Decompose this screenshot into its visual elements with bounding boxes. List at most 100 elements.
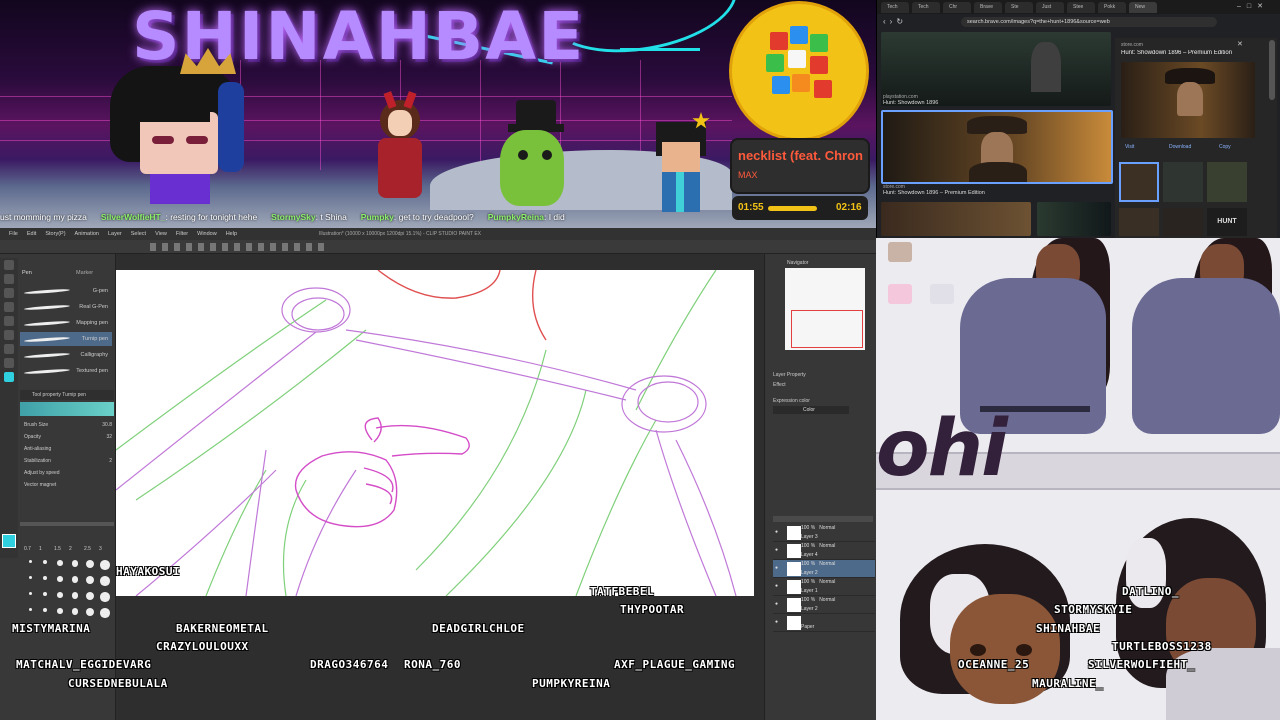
navigator-preview[interactable] — [785, 268, 865, 350]
menu-item-filter[interactable]: Filter — [176, 231, 188, 237]
image-result[interactable] — [881, 202, 1031, 236]
menu-item-edit[interactable]: Edit — [27, 231, 36, 237]
brush-size-dot[interactable] — [57, 592, 63, 598]
drawing-canvas[interactable] — [116, 270, 754, 596]
eye-icon[interactable]: ● — [775, 564, 778, 573]
brush-size-dot[interactable] — [71, 592, 79, 599]
browser-tab[interactable]: Stee — [1067, 2, 1095, 13]
layer-row[interactable]: ● Paper — [773, 614, 875, 632]
brush-item[interactable]: Turnip pen — [20, 332, 112, 346]
layer-row[interactable]: ● 100 % Normal Layer 1 — [773, 578, 875, 596]
brush-size-dot[interactable] — [85, 608, 95, 617]
browser-tab[interactable]: Tech — [881, 2, 909, 13]
brush-item[interactable]: Mapping pen — [20, 316, 112, 330]
select-tool-icon[interactable] — [4, 316, 14, 326]
tool-property-row[interactable]: Anti-aliasing — [24, 446, 112, 452]
brush-size-dot[interactable] — [71, 576, 79, 583]
brush-size-dot[interactable] — [42, 592, 48, 597]
eye-icon[interactable]: ● — [775, 600, 778, 609]
eraser-tool-icon[interactable] — [4, 274, 14, 284]
command-icons[interactable] — [150, 243, 330, 251]
brush-size-dot[interactable] — [42, 608, 48, 613]
brush-size-dot[interactable] — [100, 592, 110, 602]
tool-property-row[interactable]: Adjust by speed — [24, 470, 112, 476]
result-title[interactable]: Hunt: Showdown 1896 — [883, 100, 938, 106]
brush-item[interactable]: G-pen — [20, 284, 112, 298]
thumbnail[interactable] — [1119, 208, 1159, 236]
tool-property-row[interactable]: Stabilization 2 — [24, 458, 112, 464]
visit-button[interactable]: Visit — [1125, 144, 1134, 150]
browser-tab[interactable]: Tech — [912, 2, 940, 13]
menu-item-storyp[interactable]: Story(P) — [45, 231, 65, 237]
result-title[interactable]: Hunt: Showdown 1896 – Premium Edition — [883, 190, 985, 196]
browser-tab[interactable]: Ste — [1005, 2, 1033, 13]
layer-row[interactable]: ● 100 % Normal Layer 3 — [773, 524, 875, 542]
eye-icon[interactable]: ● — [775, 618, 778, 627]
brush-item[interactable]: Real G-Pen — [20, 300, 112, 314]
close-icon[interactable]: ✕ — [1237, 40, 1243, 48]
tool-property-row[interactable]: Opacity 32 — [24, 434, 112, 440]
main-color-swatch[interactable] — [2, 534, 16, 548]
menu-item-help[interactable]: Help — [226, 231, 237, 237]
eye-icon[interactable]: ● — [775, 528, 778, 537]
copy-button[interactable]: Copy — [1219, 144, 1231, 150]
thumbnail[interactable] — [1163, 208, 1203, 236]
brush-size-dot[interactable] — [28, 560, 32, 563]
brush-size-dot[interactable] — [100, 560, 110, 570]
layer-row[interactable]: ● 100 % Normal Layer 2 — [773, 596, 875, 614]
layer-row[interactable]: ● 100 % Normal Layer 4 — [773, 542, 875, 560]
text-tool-icon[interactable] — [4, 344, 14, 354]
brush-size-dot[interactable] — [57, 560, 63, 566]
brush-size-dot[interactable] — [85, 592, 95, 601]
menu-item-layer[interactable]: Layer — [108, 231, 122, 237]
browser-tab[interactable]: Just — [1036, 2, 1064, 13]
browser-tab[interactable]: New — [1129, 2, 1157, 13]
menu-item-view[interactable]: View — [155, 231, 167, 237]
menu-item-file[interactable]: File — [9, 231, 18, 237]
brush-size-dot[interactable] — [42, 576, 48, 581]
tab-pen[interactable]: Pen — [22, 270, 32, 276]
brush-size-dot[interactable] — [100, 576, 110, 586]
brush-tool-icon[interactable] — [4, 288, 14, 298]
thumbnail[interactable] — [1119, 162, 1159, 202]
thumbnail[interactable]: HUNT — [1207, 208, 1247, 236]
expression-color-select[interactable]: Color — [773, 406, 849, 414]
tool-property-row[interactable]: Vector magnet — [24, 482, 112, 488]
nav-arrows-icon[interactable]: ‹›↻ — [883, 17, 907, 26]
address-bar[interactable]: search.brave.com/images?q=the+hunt+1896&… — [961, 17, 1217, 27]
menu-item-animation[interactable]: Animation — [75, 231, 99, 237]
brush-size-dot[interactable] — [85, 560, 95, 569]
brush-size-dot[interactable] — [28, 592, 32, 595]
brush-size-dot[interactable] — [85, 576, 95, 585]
brush-item[interactable]: Textured pen — [20, 364, 112, 378]
brush-size-dot[interactable] — [71, 608, 79, 615]
browser-tab[interactable]: Chr — [943, 2, 971, 13]
image-result-selected[interactable] — [881, 110, 1113, 184]
image-result[interactable] — [1037, 202, 1111, 236]
brush-size-dot[interactable] — [28, 608, 32, 611]
menu-item-window[interactable]: Window — [197, 231, 217, 237]
menu-item-select[interactable]: Select — [131, 231, 146, 237]
window-controls-icon[interactable]: –□✕ — [1237, 2, 1269, 10]
move-tool-icon[interactable] — [4, 330, 14, 340]
eye-icon[interactable]: ● — [775, 582, 778, 591]
pen-tool-icon[interactable] — [4, 260, 14, 270]
thumbnail[interactable] — [1207, 162, 1247, 202]
brush-item[interactable]: Calligraphy — [20, 348, 112, 362]
tool-property-row[interactable]: Brush Size 30.8 — [24, 422, 112, 428]
browser-tab[interactable]: Brave — [974, 2, 1002, 13]
brush-size-dot[interactable] — [57, 576, 63, 582]
shape-tool-icon[interactable] — [4, 358, 14, 368]
browser-tab[interactable]: Pokk — [1098, 2, 1126, 13]
scrollbar[interactable] — [1269, 40, 1275, 100]
color-swatch-icon[interactable] — [4, 372, 14, 382]
fill-tool-icon[interactable] — [4, 302, 14, 312]
brush-size-dot[interactable] — [42, 560, 48, 565]
brush-size-dot[interactable] — [57, 608, 63, 614]
tab-marker[interactable]: Marker — [76, 270, 93, 276]
thumbnail[interactable] — [1163, 162, 1203, 202]
brush-size-dot[interactable] — [100, 608, 110, 618]
navigator-viewport[interactable] — [791, 310, 863, 348]
download-button[interactable]: Download — [1169, 144, 1191, 150]
layer-row[interactable]: ● 100 % Normal Layer 2 — [773, 560, 875, 578]
